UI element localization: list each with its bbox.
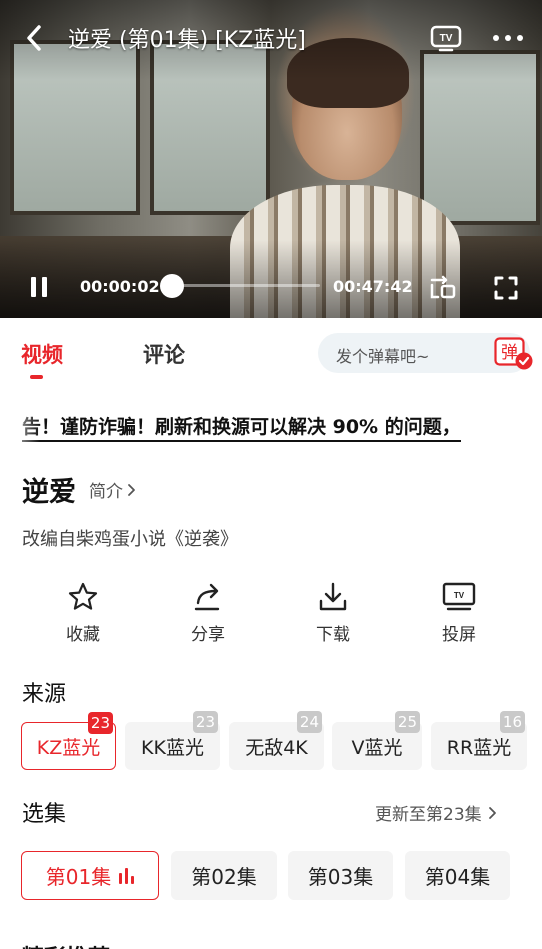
episode-label: 第02集 (191, 865, 257, 889)
fullscreen-icon (494, 276, 518, 300)
update-status-text: 更新至第23集 (375, 805, 482, 825)
source-chip-label: KK蓝光 (141, 736, 204, 759)
episode-label: 第04集 (424, 865, 491, 889)
cast-button[interactable]: TV (428, 22, 464, 54)
show-description: 改编自柴鸡蛋小说《逆袭》 (22, 529, 238, 550)
favorite-label: 收藏 (66, 625, 100, 645)
source-chip-kz[interactable]: KZ蓝光 23 (21, 712, 116, 770)
switch-button[interactable] (426, 272, 460, 304)
next-section-title-partial: 精彩推荐 (22, 936, 182, 949)
download-icon (319, 582, 347, 611)
episode-count-badge: 24 (296, 711, 322, 733)
episode-chip-03[interactable]: 第03集 (288, 851, 393, 900)
tab-active-indicator (30, 375, 43, 379)
progress-track[interactable] (164, 284, 320, 287)
update-status-link[interactable]: 更新至第23集 (375, 800, 497, 825)
episode-count-badge: 23 (87, 712, 113, 734)
episode-label: 第01集 (45, 865, 112, 889)
intro-link[interactable]: 简介 (89, 477, 136, 502)
episode-chip-02[interactable]: 第02集 (171, 851, 277, 900)
episode-label: 第03集 (307, 865, 374, 889)
pause-button[interactable] (24, 272, 54, 302)
svg-text:TV: TV (454, 591, 465, 600)
video-title: 逆爱 (第01集) [KZ蓝光] (68, 28, 306, 53)
fullscreen-button[interactable] (490, 272, 522, 304)
episode-count-badge: 16 (499, 711, 525, 733)
switch-icon (430, 275, 456, 299)
playing-bars-icon (119, 867, 135, 884)
svg-text:弹: 弹 (501, 343, 518, 363)
tv-cast-icon: TV (430, 25, 462, 52)
episodes-section-title: 选集 (22, 802, 67, 827)
source-chip-v[interactable]: V蓝光 25 (332, 711, 422, 770)
notice-text: 告！谨防诈骗！刷新和换源可以解决 90% 的问题， (22, 412, 461, 442)
source-chip-rr[interactable]: RR蓝光 16 (431, 711, 527, 770)
danmu-toggle-button[interactable]: 弹 (494, 337, 534, 371)
intro-link-label: 简介 (89, 482, 123, 502)
total-duration: 00:47:42 (333, 277, 413, 296)
chevron-right-icon (128, 483, 135, 496)
episode-chip-04[interactable]: 第04集 (405, 851, 510, 900)
cast-screen-button[interactable]: TV 投屏 (419, 580, 499, 645)
star-icon (68, 582, 98, 610)
tab-comments[interactable]: 评论 (143, 339, 185, 369)
more-dots-icon (493, 35, 523, 41)
source-chip-label: RR蓝光 (446, 736, 512, 759)
next-section-title: 精彩推荐 (22, 940, 182, 949)
episode-count-badge: 23 (192, 711, 218, 733)
source-chip-label: V蓝光 (351, 736, 403, 759)
back-button[interactable] (18, 22, 50, 54)
more-button[interactable] (488, 22, 528, 54)
download-button[interactable]: 下载 (293, 580, 373, 645)
current-time: 00:00:02 (80, 277, 160, 296)
progress-thumb[interactable] (160, 274, 184, 298)
favorite-button[interactable]: 收藏 (43, 580, 123, 645)
share-label: 分享 (191, 625, 225, 645)
chevron-right-icon (488, 806, 496, 819)
chevron-left-icon (27, 25, 41, 51)
episode-chip-01[interactable]: 第01集 (21, 851, 159, 900)
share-icon (194, 583, 220, 611)
notice-marquee: 告！谨防诈骗！刷新和换源可以解决 90% 的问题， (0, 402, 542, 442)
show-title: 逆爱 (22, 477, 76, 508)
source-chip-kk[interactable]: KK蓝光 23 (125, 711, 220, 770)
source-section-title: 来源 (22, 682, 67, 707)
download-label: 下载 (316, 625, 350, 645)
tab-video[interactable]: 视频 (21, 339, 63, 369)
danmu-on-icon: 弹 (494, 337, 533, 370)
svg-text:TV: TV (440, 33, 453, 44)
video-player[interactable]: 逆爱 (第01集) [KZ蓝光] TV 00:00:02 00:47:42 (0, 0, 542, 318)
cast-screen-label: 投屏 (442, 625, 476, 645)
source-chip-label: KZ蓝光 (36, 736, 101, 759)
tv-icon: TV (442, 582, 476, 611)
pause-icon (31, 277, 36, 297)
share-button[interactable]: 分享 (168, 580, 248, 645)
source-chip-4k[interactable]: 无敌4K 24 (229, 711, 324, 770)
danmu-placeholder: 发个弹幕吧~ (336, 347, 430, 366)
source-chip-label: 无敌4K (245, 736, 308, 759)
episode-count-badge: 25 (394, 711, 420, 733)
